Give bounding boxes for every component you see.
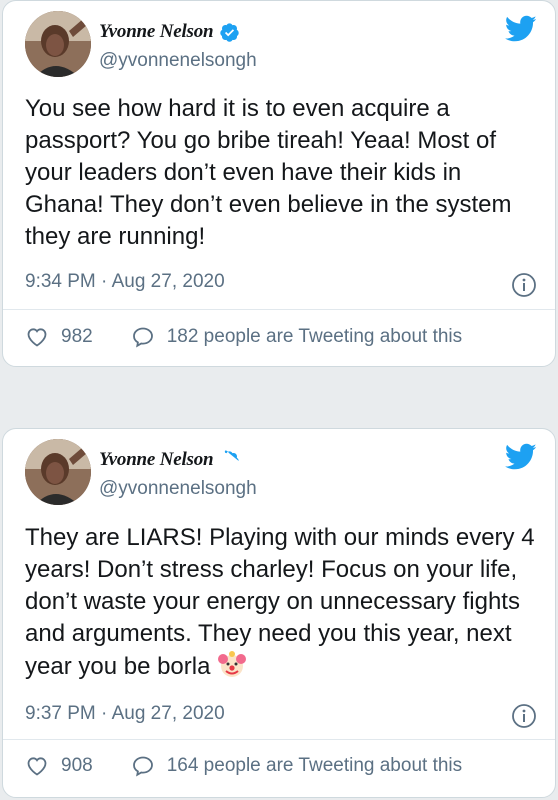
tweet-timestamp[interactable]: 9:37 PM · Aug 27, 2020	[25, 703, 225, 725]
tweet-card[interactable]: Yvonne Nelson @yvonnenelsongh You see ho…	[2, 0, 556, 367]
conversation-button[interactable]: 164 people are Tweeting about this	[131, 754, 462, 778]
tweet-timestamp[interactable]: 9:34 PM · Aug 27, 2020	[25, 271, 225, 293]
tweet-actions: 908 164 people are Tweeting about this	[25, 754, 462, 778]
tweet-text: You see how hard it is to even acquire a…	[25, 95, 512, 250]
conversation-label: 182 people are Tweeting about this	[166, 326, 463, 347]
heart-icon	[27, 328, 47, 347]
tweet-card[interactable]: Yvonne Nelson @yvonnenelsongh They are L…	[2, 428, 556, 798]
clown-face-emoji	[218, 651, 247, 677]
like-button[interactable]: 982	[25, 325, 93, 349]
twitter-bird-icon[interactable]	[505, 15, 537, 43]
verified-badge-icon	[220, 22, 240, 42]
like-count: 908	[61, 755, 93, 776]
like-button[interactable]: 908	[25, 754, 93, 778]
author-handle[interactable]: @yvonnenelsongh	[99, 478, 257, 500]
avatar[interactable]	[25, 439, 91, 505]
speech-bubble-icon	[132, 756, 153, 777]
speech-bubble-icon	[132, 327, 153, 348]
author-name-row: Yvonne Nelson	[99, 449, 240, 471]
info-icon[interactable]	[511, 272, 537, 298]
author-handle[interactable]: @yvonnenelsongh	[99, 50, 257, 72]
divider	[3, 309, 555, 310]
avatar[interactable]	[25, 11, 91, 77]
like-count: 982	[61, 326, 93, 347]
tweet-actions: 982 182 people are Tweeting about this	[25, 325, 462, 349]
display-name[interactable]: Yvonne Nelson	[99, 21, 214, 43]
verified-badge-icon	[225, 450, 240, 464]
display-name[interactable]: Yvonne Nelson	[99, 449, 214, 471]
heart-icon	[27, 757, 47, 776]
tweet-text: They are LIARS! Playing with our minds e…	[25, 522, 545, 683]
conversation-label: 164 people are Tweeting about this	[166, 755, 463, 776]
twitter-bird-icon[interactable]	[505, 443, 537, 471]
divider	[3, 739, 555, 740]
conversation-button[interactable]: 182 people are Tweeting about this	[131, 325, 462, 349]
tweet-text-content: They are LIARS! Playing with our minds e…	[25, 524, 535, 680]
info-icon[interactable]	[511, 703, 537, 729]
author-name-row: Yvonne Nelson	[99, 21, 240, 43]
